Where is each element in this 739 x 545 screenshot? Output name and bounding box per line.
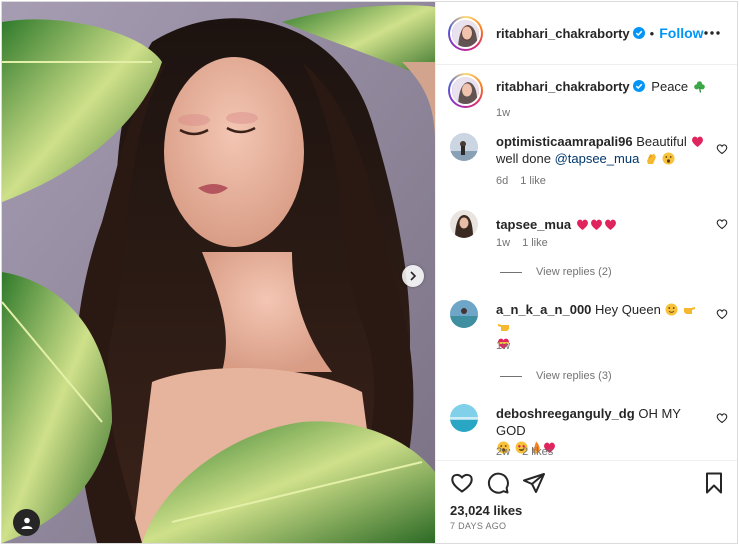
post-panel: ritabhari_chakraborty • Follow ritabhari_c…	[435, 2, 737, 543]
view-replies-label: View replies (3)	[536, 370, 612, 382]
comment-likes[interactable]: 1 like	[522, 237, 548, 249]
commenter-avatar[interactable]	[450, 210, 478, 238]
bookmark-icon[interactable]	[702, 471, 726, 495]
post-actions: 23,024 likes 7 DAYS AGO	[436, 460, 737, 543]
comment-age[interactable]: 6d	[496, 175, 508, 187]
verified-badge-icon	[632, 80, 645, 92]
view-replies-label: View replies (2)	[536, 266, 612, 278]
comment-item: deboshreeganguly_dg OH MY GOD 2w 2 likes	[450, 404, 730, 460]
user-tags-button[interactable]	[13, 509, 40, 536]
pointing-hand-emoji-icon	[684, 307, 696, 314]
comment-age[interactable]: 1w	[496, 237, 510, 249]
caption-username[interactable]: ritabhari_chakraborty	[496, 79, 630, 94]
caption-avatar[interactable]	[448, 73, 483, 108]
comments-list: ritabhari_chakraborty Peace 1w optimisti…	[436, 65, 737, 460]
view-replies-line	[500, 271, 522, 273]
comment-username[interactable]: a_n_k_a_n_000	[496, 302, 591, 317]
pointing-hand-emoji-icon	[498, 324, 509, 331]
red-heart-emoji-icon	[576, 219, 588, 230]
comment-meta: 2w 2 likes	[496, 446, 565, 458]
comment-icon[interactable]	[486, 471, 510, 495]
post-image[interactable]	[2, 2, 435, 543]
heart-icon[interactable]	[450, 471, 474, 495]
caption-body: Peace	[651, 79, 689, 94]
post-header: ritabhari_chakraborty • Follow	[436, 2, 737, 65]
view-replies-line	[500, 375, 522, 377]
photo-illustration	[2, 2, 435, 543]
caption-age[interactable]: 1w	[496, 107, 510, 119]
post-timestamp[interactable]: 7 DAYS AGO	[450, 521, 506, 531]
caption-text: ritabhari_chakraborty Peace	[496, 78, 706, 95]
user-tag-icon	[21, 517, 32, 529]
separator-dot: •	[649, 26, 655, 41]
like-count[interactable]: 23,024 likes	[450, 503, 522, 518]
comment-likes[interactable]: 2 likes	[522, 446, 553, 458]
comment-text: a_n_k_a_n_000 Hey Queen	[496, 301, 706, 352]
more-options-icon[interactable]	[702, 24, 722, 42]
comment-mention-link[interactable]: @tapsee_mua	[555, 151, 640, 166]
like-comment-heart-icon[interactable]	[716, 412, 728, 424]
comment-item: a_n_k_a_n_000 Hey Queen 1w	[450, 300, 730, 360]
commenter-avatar[interactable]	[450, 300, 478, 328]
author-username[interactable]: ritabhari_chakraborty	[496, 26, 630, 41]
view-replies-button[interactable]: View replies (2)	[500, 266, 612, 278]
comment-item: tapsee_mua 1w 1 like	[450, 210, 730, 250]
comment-meta: 1w	[496, 340, 522, 352]
view-replies-button[interactable]: View replies (3)	[500, 370, 612, 382]
commenter-avatar[interactable]	[450, 133, 478, 161]
chevron-right-icon	[410, 271, 417, 281]
commenter-avatar[interactable]	[450, 404, 478, 432]
comment-body: Hey Queen	[595, 302, 661, 317]
caption-meta: 1w	[496, 107, 522, 119]
red-heart-emoji-icon	[590, 219, 602, 230]
comment-meta: 1w 1 like	[496, 237, 560, 249]
post-header-info: ritabhari_chakraborty • Follow	[496, 25, 704, 41]
comment-meta: 6d 1 like	[496, 175, 558, 187]
like-comment-heart-icon[interactable]	[716, 143, 728, 155]
comment-username[interactable]: optimisticaamrapali96	[496, 134, 633, 149]
comment-age[interactable]: 1w	[496, 340, 510, 352]
next-image-button[interactable]	[402, 265, 424, 287]
comment-username[interactable]: tapsee_mua	[496, 217, 571, 232]
like-comment-heart-icon[interactable]	[716, 308, 728, 320]
comment-text: tapsee_mua	[496, 216, 706, 233]
comment-username[interactable]: deboshreeganguly_dg	[496, 406, 635, 421]
comment-likes[interactable]: 1 like	[520, 175, 546, 187]
comment-text: optimisticaamrapali96 Beautiful well don…	[496, 133, 706, 167]
caption: ritabhari_chakraborty Peace 1w	[448, 73, 730, 119]
smiling-face-emoji-icon	[665, 303, 678, 316]
red-heart-emoji-icon	[692, 136, 704, 147]
shamrock-emoji-icon	[693, 81, 705, 93]
like-comment-heart-icon[interactable]	[716, 218, 728, 230]
send-icon[interactable]	[522, 471, 546, 495]
comment-age[interactable]: 2w	[496, 446, 510, 458]
verified-badge-icon	[632, 27, 645, 39]
astonished-face-emoji-icon	[662, 152, 675, 165]
comment-body-2: well done	[496, 151, 551, 166]
comment-body: Beautiful	[636, 134, 687, 149]
follow-button[interactable]: Follow	[659, 25, 703, 41]
author-avatar[interactable]	[448, 16, 483, 51]
comment-item: optimisticaamrapali96 Beautiful well don…	[450, 133, 730, 193]
clapping-hands-emoji-icon	[646, 153, 656, 164]
red-heart-emoji-icon	[604, 219, 616, 230]
post-dialog: ritabhari_chakraborty • Follow ritabhari_c…	[1, 1, 738, 544]
